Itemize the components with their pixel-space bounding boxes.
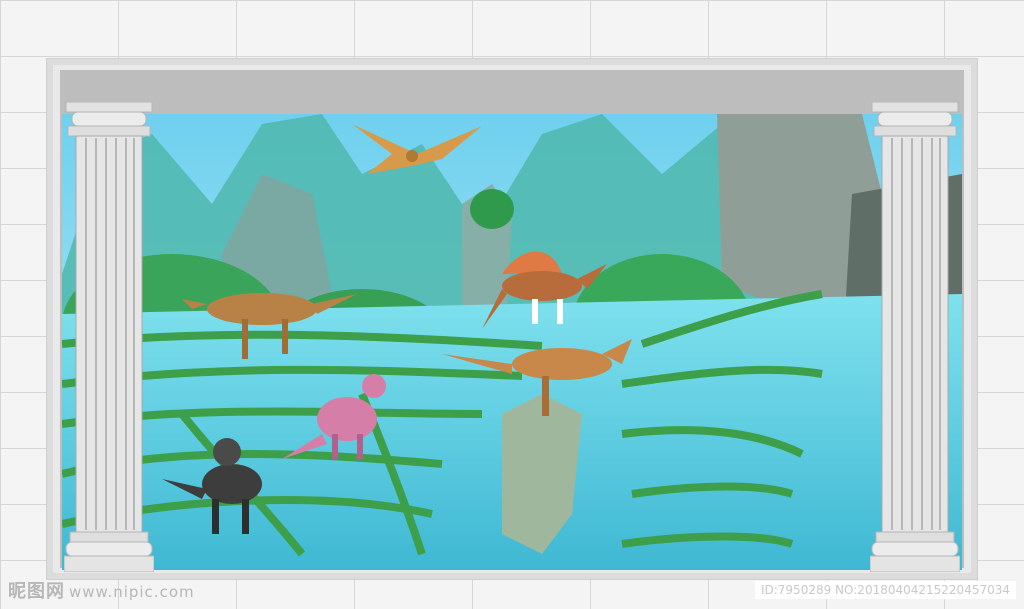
pillar-tree [470,189,514,229]
right-roman-column [870,102,960,572]
mural-scene [62,114,962,570]
image-id-text: ID:7950289 NO:20180404215220457034 [754,581,1016,599]
watermark-brand: 昵图网 [8,581,65,602]
left-roman-column [64,102,154,572]
watermark-url: www.nipic.com [69,583,195,601]
nipic-watermark: 昵图网 www.nipic.com [8,577,195,603]
dinosaur-mural [62,114,962,570]
